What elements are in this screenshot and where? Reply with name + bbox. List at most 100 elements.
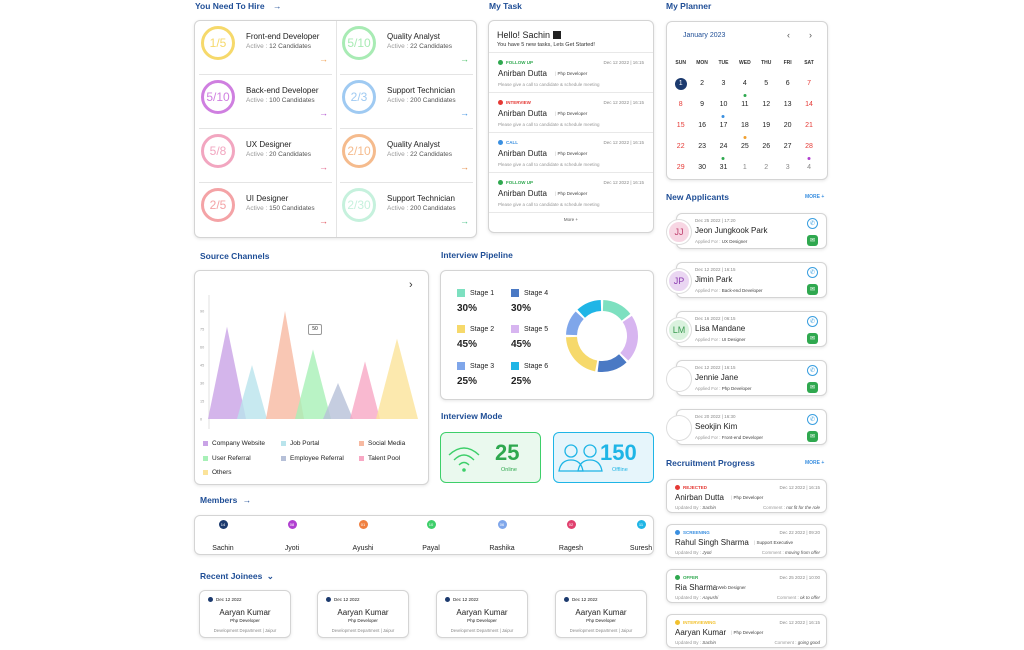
channel-area-5[interactable] xyxy=(350,361,380,419)
channel-area-6[interactable] xyxy=(376,338,418,419)
applicants-more-link[interactable]: MORE + xyxy=(805,194,824,200)
member-item[interactable]: 02 Ragesh xyxy=(551,520,591,552)
calendar-day[interactable]: 10 xyxy=(713,101,734,118)
arrow-right-icon[interactable]: → xyxy=(460,108,469,118)
member-item[interactable]: 08 Jyoti xyxy=(272,520,312,552)
calendar-day[interactable]: 3 xyxy=(713,80,734,87)
next-month-icon[interactable]: › xyxy=(809,30,812,40)
hire-section-title[interactable]: You Need To Hire → xyxy=(195,1,281,11)
applicant-card[interactable]: Dec 12 2022 | 16:15 Jennie Jane Applied Fo… xyxy=(667,360,827,396)
calendar-day[interactable]: 13 xyxy=(777,101,798,108)
calendar-day[interactable]: 9 xyxy=(691,101,712,108)
message-icon[interactable]: ✉ xyxy=(807,382,818,393)
joinees-section-title[interactable]: Recent Joinees ⌄ xyxy=(200,571,274,582)
joinee-card[interactable]: Dec 12 2022 Aaryan Kumar Php Developer Deve… xyxy=(436,590,528,638)
calendar-day[interactable]: 4 xyxy=(734,80,755,97)
progress-card[interactable]: REJECTED Dec 12 2022 | 16:15 Anirban Dutta… xyxy=(666,479,827,513)
member-item[interactable]: 11 Suresh xyxy=(621,520,661,552)
calendar-day[interactable]: 12 xyxy=(756,101,777,108)
hire-position-card[interactable]: 5/10 Back-end Developer Active : 100 Candi… xyxy=(195,75,336,129)
calendar-day[interactable]: 5 xyxy=(756,80,777,87)
hire-position-card[interactable]: 1/5 Front-end Developer Active : 12 Candid… xyxy=(195,21,336,75)
applicant-card[interactable]: Dec 20 2022 | 16:30 Seokjin Kim Applied Fo… xyxy=(667,409,827,445)
message-icon[interactable]: ✉ xyxy=(807,235,818,246)
task-item[interactable]: FOLLOW UP Dec 12 2022 | 16:15 Anirban Dutt… xyxy=(489,53,653,93)
calendar-day[interactable]: 22 xyxy=(670,143,691,150)
members-section-title[interactable]: Members → xyxy=(200,495,251,505)
donut-segment[interactable] xyxy=(620,315,638,361)
prev-month-icon[interactable]: ‹ xyxy=(787,30,790,40)
calendar-day[interactable]: 23 xyxy=(691,143,712,150)
calendar-day[interactable]: 27 xyxy=(777,143,798,150)
more-tasks-link[interactable]: More + xyxy=(489,217,653,222)
phone-icon[interactable]: ✆ xyxy=(807,218,818,229)
applicant-card[interactable]: LM Dec 16 2022 | 06:15 Lisa Mandane Applied… xyxy=(667,311,827,347)
member-item[interactable]: 10 Payal xyxy=(411,520,451,552)
phone-icon[interactable]: ✆ xyxy=(807,316,818,327)
donut-segment[interactable] xyxy=(566,311,584,336)
donut-segment[interactable] xyxy=(566,336,598,372)
calendar-day[interactable]: 7 xyxy=(798,80,819,87)
calendar-day[interactable]: 17 xyxy=(713,122,734,129)
hire-position-card[interactable]: 5/8 UX Designer Active : 20 Candidates → xyxy=(195,129,336,183)
calendar-day[interactable]: 19 xyxy=(756,122,777,129)
calendar-day[interactable]: 6 xyxy=(777,80,798,87)
phone-icon[interactable]: ✆ xyxy=(807,414,818,425)
member-item[interactable]: 01 Ayushi xyxy=(343,520,383,552)
task-item[interactable]: CALL Dec 12 2022 | 16:15 Anirban Dutta | Ph… xyxy=(489,133,653,173)
calendar-day[interactable]: 3 xyxy=(777,164,798,171)
hire-position-card[interactable]: 2/10 Quality Analyst Active : 22 Candidate… xyxy=(336,129,477,183)
message-icon[interactable]: ✉ xyxy=(807,431,818,442)
calendar-day[interactable]: 26 xyxy=(756,143,777,150)
arrow-right-icon[interactable]: → xyxy=(460,216,469,226)
channel-area-4[interactable] xyxy=(323,383,353,419)
phone-icon[interactable]: ✆ xyxy=(807,267,818,278)
calendar-day[interactable]: 30 xyxy=(691,164,712,171)
applicant-card[interactable]: JJ Dec 25 2022 | 17:20 Jeon Jungkook Park A… xyxy=(667,213,827,249)
arrow-right-icon[interactable]: → xyxy=(319,162,328,172)
donut-segment[interactable] xyxy=(602,300,631,321)
progress-more-link[interactable]: MORE + xyxy=(805,460,824,466)
member-item[interactable]: 14 Sachin xyxy=(203,520,243,552)
hire-position-card[interactable]: 2/30 Support Technician Active : 200 Candi… xyxy=(336,183,477,237)
joinee-card[interactable]: Dec 12 2022 Aaryan Kumar Php Developer Deve… xyxy=(555,590,647,638)
calendar-day[interactable]: 16 xyxy=(691,122,712,129)
calendar-day[interactable]: 2 xyxy=(756,164,777,171)
calendar-day[interactable]: 1 xyxy=(670,77,691,90)
progress-card[interactable]: OFFER Dec 25 2022 | 10:00 Ria Sharma | Web … xyxy=(666,569,827,603)
calendar-day[interactable]: 14 xyxy=(798,101,819,108)
task-item[interactable]: FOLLOW UP Dec 12 2022 | 16:15 Anirban Dutt… xyxy=(489,173,653,213)
arrow-right-icon[interactable]: → xyxy=(460,54,469,64)
calendar-day[interactable]: 28 xyxy=(798,143,819,160)
calendar-day[interactable]: 1 xyxy=(734,164,755,171)
donut-segment[interactable] xyxy=(597,354,627,372)
calendar-day[interactable]: 24 xyxy=(713,143,734,160)
joinee-card[interactable]: Dec 12 2022 Aaryan Kumar Php Developer Deve… xyxy=(317,590,409,638)
calendar-day[interactable]: 21 xyxy=(798,122,819,129)
channel-area-2[interactable] xyxy=(266,311,304,419)
hire-position-card[interactable]: 2/3 Support Technician Active : 200 Candid… xyxy=(336,75,477,129)
hire-position-card[interactable]: 2/5 UI Designer Active : 150 Candidates → xyxy=(195,183,336,237)
calendar-day[interactable]: 8 xyxy=(670,101,691,108)
member-item[interactable]: 06 Rashika xyxy=(482,520,522,552)
message-icon[interactable]: ✉ xyxy=(807,333,818,344)
arrow-right-icon[interactable]: → xyxy=(319,108,328,118)
donut-segment[interactable] xyxy=(577,300,602,318)
calendar-day[interactable]: 31 xyxy=(713,164,734,171)
calendar-day[interactable]: 4 xyxy=(798,164,819,171)
message-icon[interactable]: ✉ xyxy=(807,284,818,295)
calendar-day[interactable]: 18 xyxy=(734,122,755,139)
progress-card[interactable]: SCREENING Dec 22 2022 | 09:20 Rahul Singh … xyxy=(666,524,827,558)
calendar-day[interactable]: 2 xyxy=(691,80,712,87)
calendar-day[interactable]: 15 xyxy=(670,122,691,129)
calendar-day[interactable]: 20 xyxy=(777,122,798,129)
applicant-card[interactable]: JP Dec 12 2022 | 16:15 Jimin Park Applied F… xyxy=(667,262,827,298)
arrow-right-icon[interactable]: → xyxy=(319,54,328,64)
joinee-card[interactable]: Dec 12 2022 Aaryan Kumar Php Developer Deve… xyxy=(199,590,291,638)
phone-icon[interactable]: ✆ xyxy=(807,365,818,376)
calendar-day[interactable]: 11 xyxy=(734,101,755,108)
hire-position-card[interactable]: 5/10 Quality Analyst Active : 22 Candidate… xyxy=(336,21,477,75)
progress-card[interactable]: INTERVIEWING Dec 12 2022 | 16:15 Aaryan Ku… xyxy=(666,614,827,648)
arrow-right-icon[interactable]: → xyxy=(319,216,328,226)
task-item[interactable]: INTERVIEW Dec 12 2022 | 16:15 Anirban Dutt… xyxy=(489,93,653,133)
